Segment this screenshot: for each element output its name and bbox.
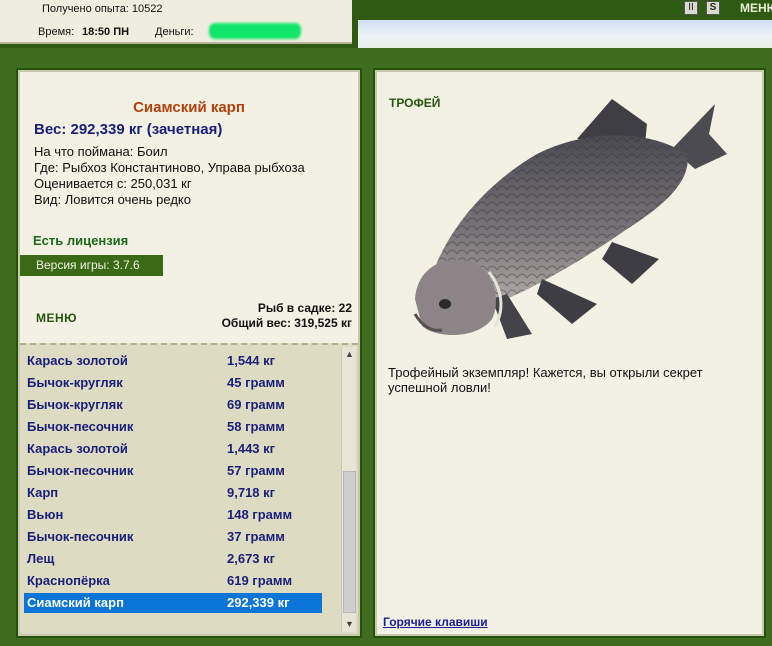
top-bar: Получено опыта: 10522 Время: 18:50 ПН Де… xyxy=(0,0,772,48)
list-item-weight: 148 грамм xyxy=(227,507,293,522)
list-item-name: Бычок-кругляк xyxy=(27,397,123,412)
version-badge: Версия игры: 3.7.6 xyxy=(20,255,163,276)
catch-list: Карась золотой 1,544 кг Бычок-кругляк 45 гр… xyxy=(20,343,358,634)
list-item[interactable]: Бычок-песочник 57 грамм xyxy=(24,461,322,481)
list-item[interactable]: Карась золотой 1,443 кг xyxy=(24,439,322,459)
list-item-name: Карп xyxy=(27,485,59,500)
catch-list-scrollbar[interactable]: ▲ ▼ xyxy=(341,347,356,632)
hotkeys-link[interactable]: Горячие клавиши xyxy=(383,615,488,629)
list-item-name: Карась золотой xyxy=(27,353,128,368)
list-item[interactable]: Карась золотой 1,544 кг xyxy=(24,351,322,371)
fish-location: Где: Рыбхоз Константиново, Управа рыбхоз… xyxy=(34,160,305,175)
keepnet-total-weight: Общий вес: 319,525 кг xyxy=(221,316,352,330)
list-item-weight: 1,443 кг xyxy=(227,441,276,456)
list-item-weight: 69 грамм xyxy=(227,397,285,412)
pause-icon[interactable]: II xyxy=(684,1,698,15)
scroll-up-icon[interactable]: ▲ xyxy=(342,347,357,362)
list-item[interactable]: Вьюн 148 грамм xyxy=(24,505,322,525)
time-label: Время: xyxy=(38,26,75,38)
list-item-name: Сиамский карп xyxy=(27,595,124,610)
list-item-weight: 57 грамм xyxy=(227,463,285,478)
list-item-weight: 58 грамм xyxy=(227,419,285,434)
fish-weight: Вес: 292,339 кг (зачетная) xyxy=(34,121,223,138)
money-value-redacted xyxy=(209,23,301,39)
list-item[interactable]: Бычок-кругляк 69 грамм xyxy=(24,395,322,415)
list-item-weight: 619 грамм xyxy=(227,573,293,588)
trophy-message: Трофейный экземпляр! Кажется, вы открыли… xyxy=(388,365,703,395)
experience-text: Получено опыта: 10522 xyxy=(42,3,163,15)
list-item-selected[interactable]: Сиамский карп 292,339 кг xyxy=(24,593,322,613)
menu-button[interactable]: МЕНЮ xyxy=(36,311,77,325)
fish-rarity: Вид: Ловится очень редко xyxy=(34,192,191,207)
keepnet-count: Рыб в садке: 22 xyxy=(257,301,352,315)
list-item-name: Бычок-кругляк xyxy=(27,375,123,390)
list-item[interactable]: Карп 9,718 кг xyxy=(24,483,322,503)
sky-background xyxy=(358,20,772,48)
version-label: Версия игры: xyxy=(36,258,110,272)
list-item-weight: 45 грамм xyxy=(227,375,285,390)
list-item[interactable]: Бычок-песочник 58 грамм xyxy=(24,417,322,437)
list-item-name: Бычок-песочник xyxy=(27,463,134,478)
status-panel: Получено опыта: 10522 Время: 18:50 ПН Де… xyxy=(0,0,352,44)
fish-bait: На что поймана: Боил xyxy=(34,144,168,159)
list-item-name: Краснопёрка xyxy=(27,573,110,588)
list-item[interactable]: Краснопёрка 619 грамм xyxy=(24,571,322,591)
list-item-weight: 1,544 кг xyxy=(227,353,276,368)
money-label: Деньги: xyxy=(155,26,194,38)
sound-icon[interactable]: S xyxy=(706,1,720,15)
top-menu-button[interactable]: МЕНЮ xyxy=(740,1,772,15)
fish-info-panel: Сиамский карп Вес: 292,339 кг (зачетная)… xyxy=(16,68,362,638)
list-item-weight: 9,718 кг xyxy=(227,485,276,500)
list-item-name: Вьюн xyxy=(27,507,64,522)
license-status: Есть лицензия xyxy=(33,233,129,248)
list-item-name: Лещ xyxy=(27,551,55,566)
scroll-thumb[interactable] xyxy=(343,471,356,613)
list-item[interactable]: Бычок-кругляк 45 грамм xyxy=(24,373,322,393)
list-item[interactable]: Бычок-песочник 37 грамм xyxy=(24,527,322,547)
version-value: 3.7.6 xyxy=(112,258,140,272)
fish-evaluated: Оценивается с: 250,031 кг xyxy=(34,176,192,191)
list-item[interactable]: Лещ 2,673 кг xyxy=(24,549,322,569)
list-item-name: Карась золотой xyxy=(27,441,128,456)
time-value: 18:50 ПН xyxy=(82,26,130,38)
fish-image xyxy=(413,99,727,339)
list-item-weight: 292,339 кг xyxy=(227,595,290,610)
list-item-weight: 2,673 кг xyxy=(227,551,276,566)
scroll-down-icon[interactable]: ▼ xyxy=(342,617,357,632)
list-item-name: Бычок-песочник xyxy=(27,529,134,544)
trophy-panel: ТРОФЕЙ Трофейный экземпляр! Кажется, вы … xyxy=(373,68,766,638)
list-item-weight: 37 грамм xyxy=(227,529,285,544)
list-item-name: Бычок-песочник xyxy=(27,419,134,434)
fish-name: Сиамский карп xyxy=(133,99,245,116)
